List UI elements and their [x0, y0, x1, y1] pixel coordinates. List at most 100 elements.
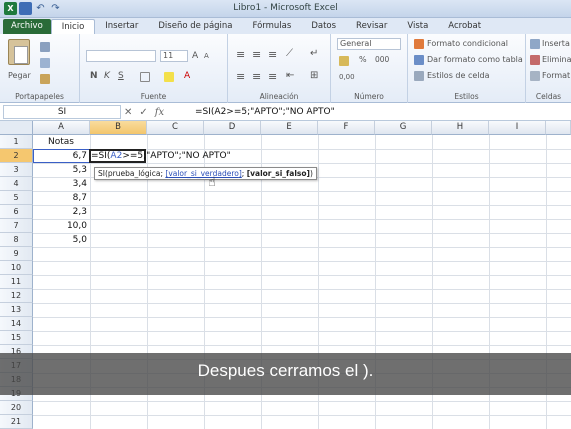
col-header-c[interactable]: C	[147, 121, 204, 135]
window-title: Libro1 - Microsoft Excel	[233, 3, 338, 13]
row-header[interactable]: 5	[0, 191, 33, 205]
borders-icon[interactable]	[140, 72, 150, 82]
decimals-button[interactable]: 0,00	[339, 73, 355, 81]
tab-inicio[interactable]: Inicio	[50, 19, 96, 34]
orientation-icon[interactable]: ⟋	[286, 48, 293, 59]
row-header[interactable]: 14	[0, 317, 33, 331]
font-size-combo[interactable]: 11	[160, 50, 188, 62]
formula-input[interactable]: =SI(A2>=5;"APTO";"NO APTO"	[195, 105, 335, 119]
cell-a5[interactable]: 8,7	[33, 191, 90, 205]
tab-vista[interactable]: Vista	[397, 19, 438, 34]
copy-icon[interactable]	[40, 58, 50, 68]
gridline	[33, 163, 571, 164]
align-bottom-icon[interactable]: ≡	[268, 48, 277, 61]
grow-font-icon[interactable]: A	[192, 51, 198, 61]
formula-bar: SI ✕ ✓ fx =SI(A2>=5;"APTO";"NO APTO"	[0, 103, 571, 121]
row-header[interactable]: 13	[0, 303, 33, 317]
cell-a1[interactable]: Notas	[48, 135, 74, 149]
format-painter-icon[interactable]	[40, 74, 50, 84]
row-header[interactable]: 15	[0, 331, 33, 345]
cell-a2[interactable]: 6,7	[33, 149, 90, 163]
col-header-h[interactable]: H	[432, 121, 489, 135]
bold-button[interactable]: N	[90, 71, 98, 81]
col-header-a[interactable]: A	[33, 121, 90, 135]
cell-styles-button[interactable]: Estilos de celda	[427, 71, 489, 80]
row-header[interactable]: 12	[0, 289, 33, 303]
row-header[interactable]: 1	[0, 135, 33, 149]
row-header[interactable]: 11	[0, 275, 33, 289]
col-header-partial[interactable]	[546, 121, 571, 135]
tab-archivo[interactable]: Archivo	[3, 19, 51, 34]
enter-icon[interactable]: ✓	[139, 107, 147, 118]
font-name-combo[interactable]	[86, 50, 156, 62]
row-header[interactable]: 2	[0, 149, 33, 163]
conditional-format-button[interactable]: Formato condicional	[427, 39, 508, 48]
row-header[interactable]: 3	[0, 163, 33, 177]
merge-icon[interactable]: ⊞	[310, 70, 318, 81]
col-header-f[interactable]: F	[318, 121, 375, 135]
col-header-g[interactable]: G	[375, 121, 432, 135]
cell-a6[interactable]: 2,3	[33, 205, 90, 219]
align-left-icon[interactable]: ≡	[236, 70, 245, 83]
tab-formulas[interactable]: Fórmulas	[243, 19, 302, 34]
align-top-icon[interactable]: ≡	[236, 48, 245, 61]
tooltip-arg-link[interactable]: [valor_si_verdadero]	[165, 169, 241, 178]
cell-a3[interactable]: 5,3	[33, 163, 90, 177]
formula-suffix: >=5;"APTO";"NO APTO"	[122, 151, 231, 161]
indent-icon[interactable]: ⇤	[286, 70, 294, 81]
gridline	[33, 247, 571, 248]
delete-cells-icon	[530, 55, 540, 65]
name-box[interactable]: SI	[3, 105, 121, 119]
gridline	[33, 317, 571, 318]
cut-icon[interactable]	[40, 42, 50, 52]
row-header[interactable]: 8	[0, 233, 33, 247]
row-header[interactable]: 4	[0, 177, 33, 191]
row-header[interactable]: 7	[0, 219, 33, 233]
col-header-i[interactable]: I	[489, 121, 546, 135]
delete-cells-button[interactable]: Elimina	[542, 55, 571, 64]
italic-button[interactable]: K	[104, 71, 110, 81]
col-header-d[interactable]: D	[204, 121, 261, 135]
align-center-icon[interactable]: ≡	[252, 70, 261, 83]
gridline	[33, 345, 571, 346]
align-middle-icon[interactable]: ≡	[252, 48, 261, 61]
number-format-combo[interactable]: General	[337, 38, 401, 50]
shrink-font-icon[interactable]: A	[204, 52, 209, 60]
tab-revisar[interactable]: Revisar	[346, 19, 397, 34]
cell-a4[interactable]: 3,4	[33, 177, 90, 191]
paste-icon[interactable]	[8, 39, 30, 65]
row-header[interactable]: 20	[0, 401, 33, 415]
tab-insertar[interactable]: Insertar	[95, 19, 148, 34]
col-header-e[interactable]: E	[261, 121, 318, 135]
cell-a7[interactable]: 10,0	[33, 219, 90, 233]
underline-button[interactable]: S	[118, 71, 124, 81]
format-cells-button[interactable]: Format	[542, 71, 570, 80]
row-header[interactable]: 9	[0, 247, 33, 261]
currency-icon[interactable]	[339, 56, 349, 66]
cell-b2-editing[interactable]: =SI(A2>=5;"APTO";"NO APTO"	[91, 149, 231, 163]
font-color-icon[interactable]: A	[184, 71, 190, 81]
cell-a8[interactable]: 5,0	[33, 233, 90, 247]
group-label-numero: Número	[354, 92, 384, 101]
insert-function-icon[interactable]: fx	[155, 107, 164, 118]
insert-cells-button[interactable]: Inserta	[542, 39, 570, 48]
tab-datos[interactable]: Datos	[301, 19, 346, 34]
wrap-text-icon[interactable]: ↵	[310, 48, 318, 59]
thousands-button[interactable]: 000	[375, 55, 389, 64]
table-format-button[interactable]: Dar formato como tabla	[427, 55, 523, 64]
paste-label[interactable]: Pegar	[8, 71, 31, 80]
align-right-icon[interactable]: ≡	[268, 70, 277, 83]
row-header[interactable]: 10	[0, 261, 33, 275]
row-header[interactable]: 21	[0, 415, 33, 429]
tab-acrobat[interactable]: Acrobat	[438, 19, 491, 34]
percent-button[interactable]: %	[359, 55, 367, 64]
cancel-icon[interactable]: ✕	[124, 107, 132, 118]
col-header-b[interactable]: B	[90, 121, 147, 135]
gridline	[33, 261, 571, 262]
row-header[interactable]: 6	[0, 205, 33, 219]
gridline	[33, 415, 571, 416]
tab-diseno-pagina[interactable]: Diseño de página	[148, 19, 242, 34]
group-numero: General % 000 0,00 Número	[331, 34, 408, 103]
select-all-corner[interactable]	[0, 121, 33, 135]
fill-color-icon[interactable]	[164, 72, 174, 82]
